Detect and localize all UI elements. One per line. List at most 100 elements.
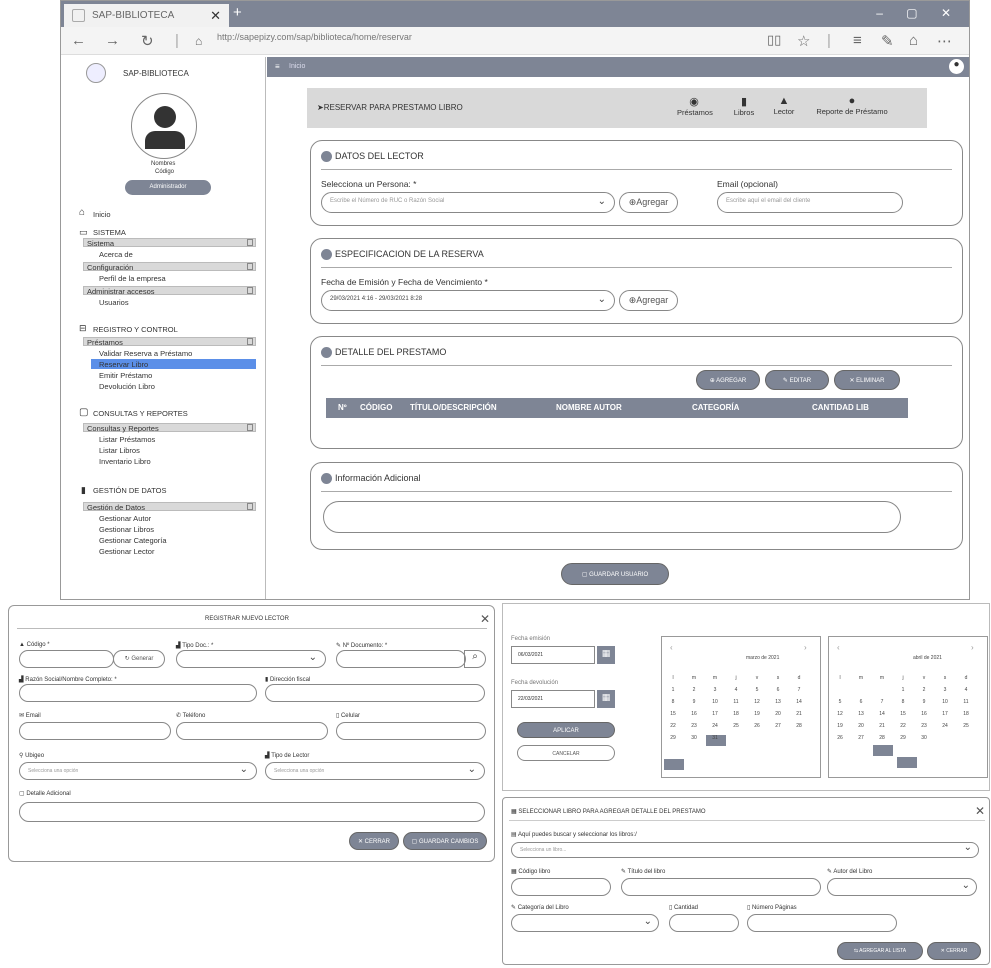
- ubigeo-select[interactable]: Selecciona una opción ⌄: [19, 762, 257, 780]
- calendar-day[interactable]: 11: [961, 699, 971, 705]
- direccion-field[interactable]: [265, 684, 485, 702]
- calendar-day[interactable]: 4: [731, 687, 741, 693]
- user-icon[interactable]: ●: [949, 59, 964, 74]
- calendar-day[interactable]: 12: [835, 711, 845, 717]
- browser-tab[interactable]: SAP-BIBLIOTECA ✕: [64, 4, 229, 27]
- telefono-field[interactable]: [176, 722, 328, 740]
- sidebar-item-listar-prestamos[interactable]: Listar Préstamos: [99, 435, 155, 444]
- eliminar-detalle-button[interactable]: ✕ ELIMINAR: [834, 370, 900, 390]
- sidebar-item-listar-libros[interactable]: Listar Libros: [99, 446, 140, 455]
- agregar-detalle-button[interactable]: ⊕ AGREGAR: [696, 370, 760, 390]
- calendar-day[interactable]: 28: [877, 735, 887, 741]
- codigo-libro-field[interactable]: [511, 878, 611, 896]
- calendar-day[interactable]: 3: [710, 687, 720, 693]
- nav-reporte[interactable]: ● Reporte de Préstamo: [807, 95, 897, 116]
- window-controls[interactable]: – ▢ ✕: [876, 6, 961, 20]
- calendar-day[interactable]: 21: [794, 711, 804, 717]
- cancelar-button[interactable]: CANCELAR: [517, 745, 615, 761]
- calendar-day[interactable]: 11: [731, 699, 741, 705]
- close-tab-icon[interactable]: ✕: [210, 8, 221, 24]
- calendar-day[interactable]: 27: [856, 735, 866, 741]
- calendar-day[interactable]: 15: [668, 711, 678, 717]
- fecha-range-field[interactable]: 29/03/2021 4:16 - 29/03/2021 8:28 ⌄: [321, 290, 615, 311]
- informacion-adicional-field[interactable]: [323, 501, 901, 533]
- search-icon[interactable]: ⌕: [464, 650, 486, 668]
- close-icon[interactable]: ✕: [480, 612, 490, 626]
- calendar-day[interactable]: 29: [898, 735, 908, 741]
- sidebar-item-devolucion[interactable]: Devolución Libro: [99, 382, 155, 391]
- nav-lector[interactable]: ▲ Lector: [769, 95, 799, 116]
- new-tab-button[interactable]: +: [233, 4, 242, 21]
- guardar-cambios-button[interactable]: ▢ GUARDAR CAMBIOS: [403, 832, 487, 850]
- hub-icon[interactable]: ≡: [853, 32, 862, 49]
- nav-prestamos[interactable]: ◉ Préstamos: [677, 95, 713, 117]
- calendar-day[interactable]: 3: [940, 687, 950, 693]
- role-button[interactable]: Administrador: [125, 180, 211, 195]
- generar-button[interactable]: ↻ Generar: [113, 650, 165, 668]
- calendar-day[interactable]: 15: [898, 711, 908, 717]
- calendar-day[interactable]: 20: [773, 711, 783, 717]
- detalle-field[interactable]: [19, 802, 485, 822]
- titulo-field[interactable]: [621, 878, 821, 896]
- note-icon[interactable]: ✎: [881, 32, 894, 50]
- calendar-day[interactable]: 12: [752, 699, 762, 705]
- calendar-day[interactable]: 1: [898, 687, 908, 693]
- calendar-day[interactable]: 23: [689, 723, 699, 729]
- share-icon[interactable]: ⌂: [909, 32, 918, 49]
- email-field[interactable]: Escribe aquí el email del cliente: [717, 192, 903, 213]
- calendar-day[interactable]: 24: [940, 723, 950, 729]
- forward-icon[interactable]: →: [105, 32, 120, 49]
- sidebar-item-perfil[interactable]: Perfil de la empresa: [99, 274, 166, 283]
- calendar-day[interactable]: 25: [961, 723, 971, 729]
- codigo-field[interactable]: [19, 650, 114, 668]
- fecha-devolucion-field[interactable]: 22/03/2021: [511, 690, 595, 708]
- calendar-day[interactable]: 24: [710, 723, 720, 729]
- categoria-select[interactable]: ⌄: [511, 914, 659, 932]
- calendar-day[interactable]: 31: [710, 735, 720, 741]
- chevron-right-icon[interactable]: ›: [804, 643, 807, 652]
- cerrar-button[interactable]: ✕ CERRAR: [927, 942, 981, 960]
- calendar-day[interactable]: 25: [731, 723, 741, 729]
- calendar-day[interactable]: 14: [794, 699, 804, 705]
- calendar-day[interactable]: 19: [752, 711, 762, 717]
- calendar-day[interactable]: 26: [835, 735, 845, 741]
- calendar-day[interactable]: 2: [919, 687, 929, 693]
- buscar-libro-select[interactable]: Selecciona un libro... ⌄: [511, 842, 979, 858]
- nav-libros[interactable]: ▮ Libros: [731, 95, 757, 117]
- more-icon[interactable]: ⋯: [937, 32, 952, 50]
- calendar-day[interactable]: 13: [856, 711, 866, 717]
- reading-view-icon[interactable]: ▯▯: [767, 32, 781, 48]
- tipo-lector-select[interactable]: Selecciona una opción ⌄: [265, 762, 485, 780]
- chevron-left-icon[interactable]: ‹: [837, 643, 840, 652]
- calendar-day[interactable]: 5: [835, 699, 845, 705]
- calendar-day[interactable]: 10: [710, 699, 720, 705]
- calendar-day[interactable]: 26: [752, 723, 762, 729]
- calendar-day[interactable]: 22: [668, 723, 678, 729]
- tipo-doc-select[interactable]: ⌄: [176, 650, 326, 668]
- sidebar-item-reservar[interactable]: Reservar Libro: [99, 360, 148, 369]
- sidebar-item-validar[interactable]: Validar Reserva a Préstamo: [99, 349, 192, 358]
- calendar-day[interactable]: 9: [689, 699, 699, 705]
- sidebar-item-gest-lector[interactable]: Gestionar Lector: [99, 547, 154, 556]
- sidebar-item-gest-libros[interactable]: Gestionar Libros: [99, 525, 154, 534]
- calendar-day[interactable]: 27: [773, 723, 783, 729]
- email-field[interactable]: [19, 722, 171, 740]
- calendar-day[interactable]: 14: [877, 711, 887, 717]
- calendar-day[interactable]: 20: [856, 723, 866, 729]
- calendar-day[interactable]: 22: [898, 723, 908, 729]
- calendar-day[interactable]: 21: [877, 723, 887, 729]
- chevron-left-icon[interactable]: ‹: [670, 643, 673, 652]
- editar-detalle-button[interactable]: ✎ EDITAR: [765, 370, 829, 390]
- guardar-usuario-button[interactable]: ▢ GUARDAR USUARIO: [561, 563, 669, 585]
- calendar-day[interactable]: 18: [731, 711, 741, 717]
- calendar-day[interactable]: 19: [835, 723, 845, 729]
- calendar-day[interactable]: 17: [710, 711, 720, 717]
- calendar-day[interactable]: 23: [919, 723, 929, 729]
- calendar-day[interactable]: 2: [689, 687, 699, 693]
- calendar-day[interactable]: 7: [794, 687, 804, 693]
- calendar-day[interactable]: 10: [940, 699, 950, 705]
- agregar-fecha-button[interactable]: ⊕Agregar: [619, 290, 678, 311]
- refresh-icon[interactable]: ↻: [141, 32, 154, 50]
- calendar-icon[interactable]: ▦: [597, 690, 615, 708]
- calendar-day[interactable]: 4: [961, 687, 971, 693]
